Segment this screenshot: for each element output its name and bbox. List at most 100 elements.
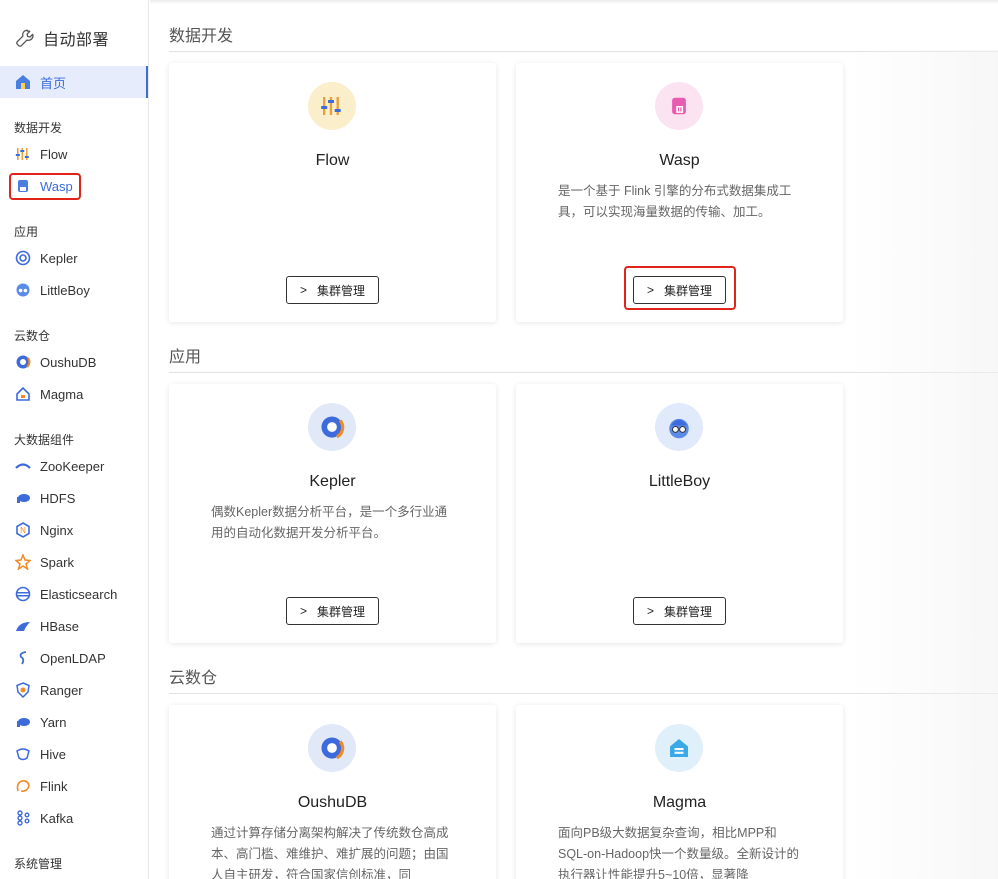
kepler-icon (14, 249, 32, 267)
app-title: 自动部署 (43, 32, 110, 49)
wasp-icon (655, 82, 703, 130)
section-title: 云数仓 (169, 670, 218, 687)
nav-group-title: 云数仓 (14, 329, 51, 343)
magma-icon (14, 385, 32, 403)
sidebar-item-label: Spark (40, 554, 74, 570)
chevron-right-icon: > (646, 604, 654, 618)
sidebar-item-hive[interactable]: Hive (14, 743, 66, 765)
sidebar-item-hdfs[interactable]: HDFS (14, 487, 75, 509)
section-divider (169, 693, 998, 694)
sidebar-item-kepler[interactable]: Kepler (14, 247, 78, 269)
sidebar-item-label: HDFS (40, 490, 76, 506)
sidebar-item-label: OpenLDAP (40, 650, 106, 666)
sidebar-item-flow[interactable]: Flow (14, 143, 67, 165)
orca-icon (14, 617, 32, 635)
sidebar-item-ranger[interactable]: Ranger (14, 679, 83, 701)
svg-text:N: N (20, 526, 26, 535)
highlight-box (624, 266, 736, 310)
section-title: 数据开发 (169, 28, 234, 45)
sidebar-item-label: Hive (40, 746, 67, 762)
sidebar-item-label: Yarn (40, 714, 67, 730)
main-content: 数据开发 Flow > 集群管理 Wasp 是一个基于 Flink 引擎的分布式… (150, 0, 998, 879)
squirrel-icon (14, 777, 32, 795)
sidebar-item-label: ZooKeeper (40, 458, 105, 474)
button-label: 集群管理 (664, 604, 713, 619)
card-littleboy: LittleBoy > 集群管理 (516, 384, 843, 643)
section-divider (169, 51, 998, 52)
card-title: Magma (652, 794, 707, 811)
oushudb-icon (14, 353, 32, 371)
card-magma: Magma 面向PB级大数据复杂查询，相比MPP和SQL-on-Hadoop快一… (516, 705, 843, 879)
card-description: 通过计算存储分离架构解决了传统数仓高成本、高门槛、难维护、难扩展的问题；由国人自… (211, 826, 449, 879)
app-root: 自动部署 首页 数据开发 Flow Wasp 应用 Kepler LittleB… (0, 0, 998, 879)
nav-group-title: 应用 (14, 225, 39, 239)
card-kepler: Kepler 偶数Kepler数据分析平台，是一个多行业通用的自动化数据开发分析… (169, 384, 496, 643)
cluster-manage-button[interactable]: > 集群管理 (286, 276, 379, 304)
oushudb-icon (308, 724, 356, 772)
sidebar-item-hbase[interactable]: HBase (14, 615, 79, 637)
sidebar-item-label: Magma (40, 386, 84, 402)
nav-group-title: 数据开发 (14, 121, 63, 135)
chevron-right-icon: > (299, 283, 307, 297)
button-label: 集群管理 (317, 283, 366, 298)
elasticsearch-icon (14, 585, 32, 603)
wrench-icon (16, 29, 34, 47)
littleboy-icon (655, 403, 703, 451)
sidebar-item-label: 首页 (40, 75, 67, 91)
brand: 自动部署 (14, 26, 109, 50)
star-icon (14, 553, 32, 571)
sidebar-item-magma[interactable]: Magma (14, 383, 83, 405)
hive-icon (14, 745, 32, 763)
cluster-manage-button[interactable]: > 集群管理 (633, 597, 726, 625)
sidebar-item-label: LittleBoy (40, 282, 90, 298)
chevron-right-icon: > (299, 604, 307, 618)
card-flow: Flow > 集群管理 (169, 63, 496, 322)
sidebar-item-zookeeper[interactable]: ZooKeeper (14, 455, 104, 477)
cluster-manage-button[interactable]: > 集群管理 (286, 597, 379, 625)
kepler-icon (308, 403, 356, 451)
sidebar-item-flink[interactable]: Flink (14, 775, 67, 797)
shield-icon (14, 681, 32, 699)
sidebar-item-label: Nginx (40, 522, 74, 538)
sidebar-item-label: Kafka (40, 810, 74, 826)
sidebar-item-spark[interactable]: Spark (14, 551, 74, 573)
magma-icon (655, 724, 703, 772)
sliders-icon (308, 82, 356, 130)
sidebar-item-kafka[interactable]: Kafka (14, 807, 73, 829)
littleboy-icon (14, 281, 32, 299)
sidebar-item-littleboy[interactable]: LittleBoy (14, 279, 90, 301)
highlight-box (9, 173, 81, 200)
sidebar-item-oushudb[interactable]: OushuDB (14, 351, 96, 373)
sidebar-item-yarn[interactable]: Yarn (14, 711, 67, 733)
sidebar-item-home[interactable]: 首页 (0, 66, 148, 98)
section-title: 应用 (169, 349, 202, 366)
sidebar-item-nginx[interactable]: N Nginx (14, 519, 73, 541)
sidebar-item-label: Flink (40, 778, 68, 794)
nav-group-title: 系统管理 (14, 857, 63, 871)
sidebar-item-label: Flow (40, 146, 68, 162)
section-divider (169, 372, 998, 373)
sliders-icon (14, 145, 32, 163)
card-title: Flow (315, 152, 350, 169)
sidebar: 自动部署 首页 数据开发 Flow Wasp 应用 Kepler LittleB… (0, 0, 149, 879)
home-icon (16, 75, 30, 89)
nginx-icon: N (14, 521, 32, 539)
card-description: 是一个基于 Flink 引擎的分布式数据集成工具，可以实现海量数据的传输、加工。 (558, 184, 792, 219)
top-divider (150, 0, 998, 4)
elephant-icon (14, 489, 32, 507)
sidebar-item-openldap[interactable]: OpenLDAP (14, 647, 106, 669)
card-description: 偶数Kepler数据分析平台，是一个多行业通用的自动化数据开发分析平台。 (211, 505, 448, 540)
background-fade (850, 50, 998, 879)
sidebar-item-label: Kepler (40, 250, 78, 266)
sidebar-item-label: Ranger (40, 682, 83, 698)
sidebar-item-label: Elasticsearch (40, 586, 118, 602)
openldap-icon (14, 649, 32, 667)
card-description: 面向PB级大数据复杂查询，相比MPP和SQL-on-Hadoop快一个数量级。全… (558, 826, 800, 879)
zookeeper-icon (14, 457, 32, 475)
card-title: Wasp (659, 152, 700, 169)
card-oushudb: OushuDB 通过计算存储分离架构解决了传统数仓高成本、高门槛、难维护、难扩展… (169, 705, 496, 879)
sidebar-item-label: HBase (40, 618, 80, 634)
card-title: LittleBoy (648, 473, 711, 490)
sidebar-item-elasticsearch[interactable]: Elasticsearch (14, 583, 117, 605)
card-title: Kepler (309, 473, 356, 490)
